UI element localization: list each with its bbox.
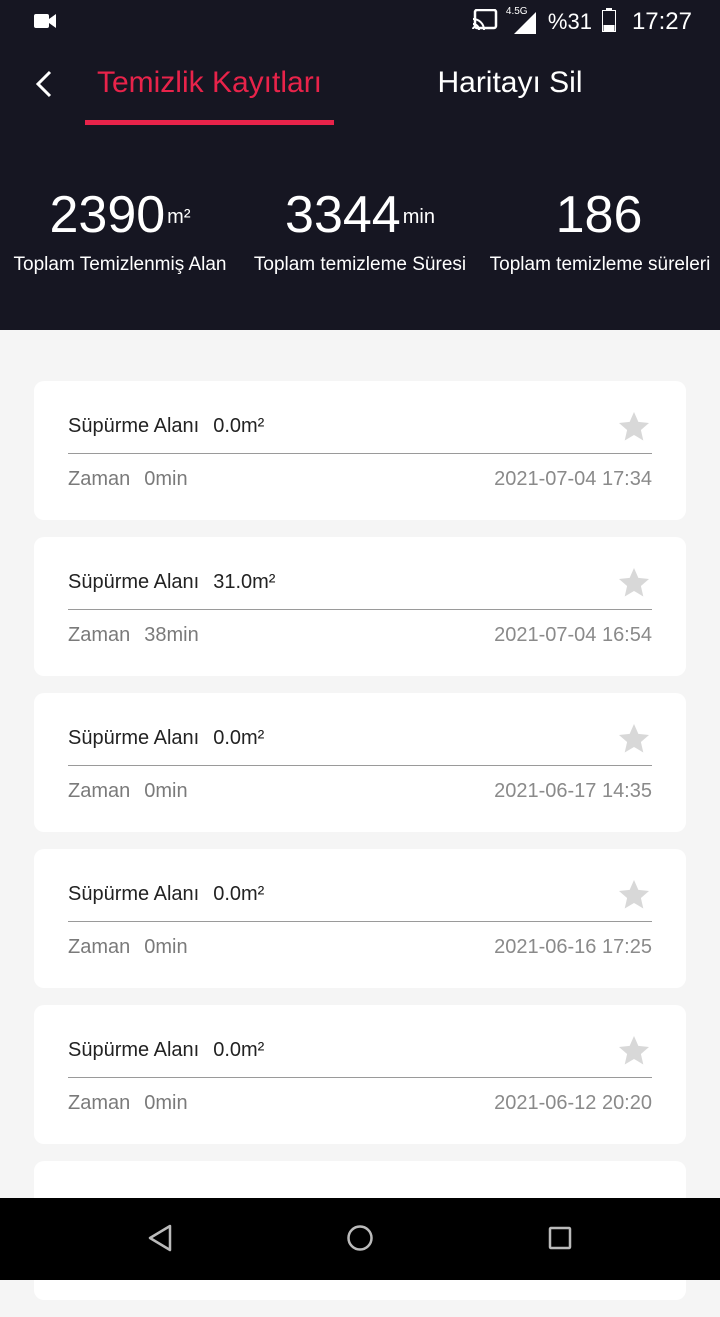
- star-icon[interactable]: [616, 1033, 652, 1074]
- divider: [68, 765, 652, 766]
- area-value: 0.0m²: [213, 1039, 265, 1061]
- area-value: 31.0m²: [213, 571, 276, 593]
- area-value: 0.0m²: [213, 883, 265, 905]
- stat-total-time: 3344 min Toplam temizleme Süresi: [240, 180, 480, 276]
- records-list: Süpürme Alanı 0.0m² Zaman 0min 2021-07-04 …: [34, 381, 686, 1317]
- stats-summary: 2390 m² Toplam Temizlenmiş Alan 3344 min T…: [0, 180, 720, 290]
- record-card[interactable]: Süpürme Alanı 31.0m² Zaman 38min 2021-07-0…: [34, 537, 686, 676]
- time-label: Zaman: [68, 780, 131, 802]
- battery-percent: %31: [547, 9, 592, 34]
- time-label: Zaman: [68, 1092, 131, 1114]
- time-value: 0min: [144, 1092, 188, 1114]
- record-date: 2021-06-16 17:25: [494, 936, 652, 958]
- record-card[interactable]: Süpürme Alanı 0.0m² Zaman 0min 2021-06-12 …: [34, 1005, 686, 1144]
- nav-recents-icon[interactable]: [546, 1223, 574, 1258]
- divider: [68, 921, 652, 922]
- record-date: 2021-07-04 16:54: [494, 624, 652, 646]
- star-icon[interactable]: [616, 565, 652, 606]
- video-camera-icon: [34, 13, 56, 34]
- record-date: 2021-07-04 17:34: [494, 468, 652, 490]
- header: 4.5G %31 17:27 Temizlik Kayıtları Harita…: [0, 0, 720, 330]
- cast-icon: [471, 8, 498, 36]
- area-value: 0.0m²: [213, 727, 265, 749]
- time-label: Zaman: [68, 468, 131, 490]
- divider: [68, 609, 652, 610]
- stat-unit: min: [402, 206, 435, 228]
- time-value: 0min: [144, 468, 188, 490]
- active-tab-indicator: [85, 120, 334, 125]
- time-label: Zaman: [68, 624, 131, 646]
- stat-total-count: 186 Toplam temizleme süreleri: [480, 180, 720, 276]
- area-label: Süpürme Alanı: [68, 1039, 200, 1061]
- nav-home-icon[interactable]: [346, 1223, 374, 1258]
- record-card[interactable]: Süpürme Alanı 0.0m² Zaman 0min 2021-06-16 …: [34, 849, 686, 988]
- nav-back-icon[interactable]: [146, 1223, 174, 1258]
- time-value: 0min: [144, 780, 188, 802]
- record-date: 2021-06-17 14:35: [494, 780, 652, 802]
- stat-value: 2390: [49, 186, 166, 244]
- tab-cleaning-records[interactable]: Temizlik Kayıtları: [85, 44, 334, 126]
- record-card[interactable]: Süpürme Alanı 0.0m² Zaman 0min 2021-06-17 …: [34, 693, 686, 832]
- area-value: 0.0m²: [213, 415, 265, 437]
- area-label: Süpürme Alanı: [68, 883, 200, 905]
- divider: [68, 453, 652, 454]
- time-value: 38min: [144, 624, 199, 646]
- stat-label: Toplam temizleme Süresi: [253, 254, 467, 275]
- stat-value: 3344: [285, 186, 401, 244]
- star-icon[interactable]: [616, 877, 652, 918]
- record-card[interactable]: Süpürme Alanı 0.0m² Zaman 0min 2021-07-04 …: [34, 381, 686, 520]
- system-nav-bar: [0, 1198, 720, 1280]
- stat-value: 186: [555, 186, 643, 244]
- stat-unit: m²: [167, 206, 191, 228]
- time-label: Zaman: [68, 936, 131, 958]
- back-button[interactable]: [30, 64, 60, 104]
- tab-delete-map[interactable]: Haritayı Sil: [400, 44, 620, 126]
- stat-label: Toplam temizleme süreleri: [489, 254, 711, 275]
- area-label: Süpürme Alanı: [68, 571, 200, 593]
- divider: [68, 1077, 652, 1078]
- stat-label: Toplam Temizlenmiş Alan: [13, 254, 227, 275]
- area-label: Süpürme Alanı: [68, 415, 200, 437]
- stat-total-area: 2390 m² Toplam Temizlenmiş Alan: [0, 180, 240, 276]
- clock: 17:27: [631, 8, 692, 35]
- battery-icon: [601, 7, 616, 37]
- area-label: Süpürme Alanı: [68, 727, 200, 749]
- star-icon[interactable]: [616, 409, 652, 450]
- time-value: 0min: [144, 936, 188, 958]
- tab-bar: Temizlik Kayıtları Haritayı Sil: [0, 44, 720, 134]
- status-bar: 4.5G %31 17:27: [0, 0, 720, 44]
- record-date: 2021-06-12 20:20: [494, 1092, 652, 1114]
- star-icon[interactable]: [616, 721, 652, 762]
- signal-icon: 4.5G: [506, 6, 538, 36]
